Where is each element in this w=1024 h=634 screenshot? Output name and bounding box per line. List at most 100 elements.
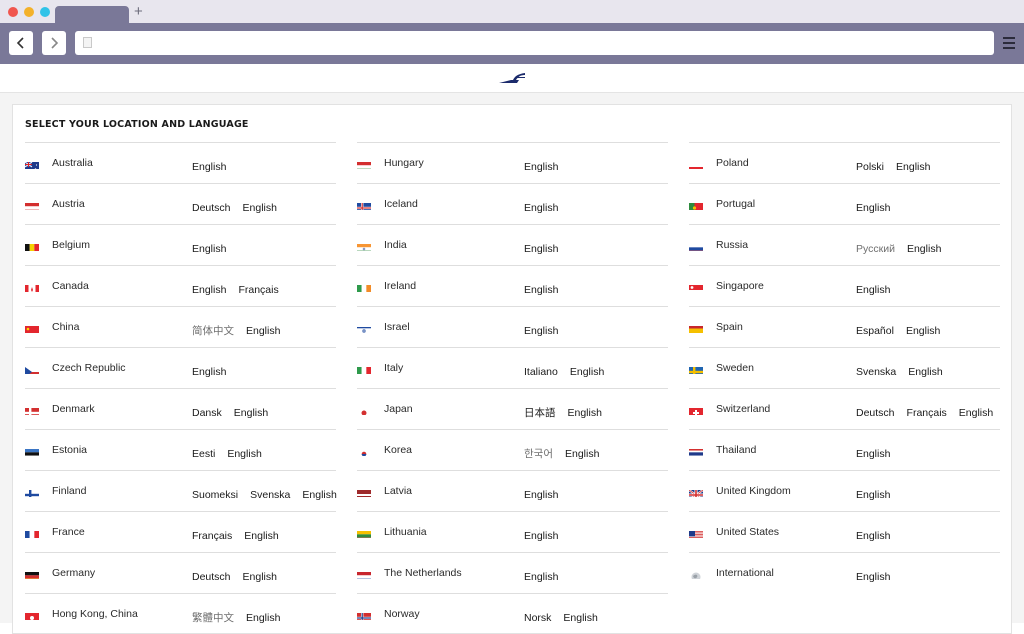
country-row-ee: EstoniaEestiEnglish [25, 429, 336, 470]
page-title: SELECT YOUR LOCATION AND LANGUAGE [25, 119, 249, 130]
language-link[interactable]: Svenska [250, 489, 290, 501]
language-link[interactable]: Eesti [192, 448, 215, 460]
site-header [0, 64, 1024, 93]
language-link[interactable]: English [896, 161, 930, 173]
forward-button[interactable] [42, 31, 66, 55]
language-link[interactable]: English [908, 366, 942, 378]
language-link[interactable]: English [907, 243, 941, 255]
flag-kr-icon [357, 446, 371, 456]
language-link[interactable]: English [524, 161, 558, 173]
language-link[interactable]: English [563, 612, 597, 624]
country-row-intl: InternationalEnglish [689, 552, 1000, 593]
language-link[interactable]: English [227, 448, 261, 460]
maximize-window-button[interactable] [40, 7, 50, 17]
language-link[interactable]: English [246, 325, 280, 337]
language-link[interactable]: Svenska [856, 366, 896, 378]
language-link[interactable]: English [524, 284, 558, 296]
language-links: English [856, 485, 902, 503]
country-name: Poland [716, 157, 749, 169]
language-link[interactable]: 日本語 [524, 405, 556, 420]
language-link[interactable]: English [234, 407, 268, 419]
language-link[interactable]: English [856, 284, 890, 296]
language-link[interactable]: English [524, 489, 558, 501]
country-row-kr: Korea한국어English [357, 429, 668, 470]
language-link[interactable]: English [246, 612, 280, 624]
language-link[interactable]: Español [856, 325, 894, 337]
language-link[interactable]: English [568, 407, 602, 419]
language-link[interactable]: Dansk [192, 407, 222, 419]
close-window-button[interactable] [8, 7, 18, 17]
language-link[interactable]: English [570, 366, 604, 378]
language-link[interactable]: English [565, 448, 599, 460]
language-link[interactable]: Français [907, 407, 947, 419]
flag-es-icon [689, 323, 703, 333]
language-link[interactable]: English [524, 325, 558, 337]
language-links: 繁體中文English [192, 608, 292, 626]
language-links: English [192, 157, 238, 175]
language-link[interactable]: English [192, 243, 226, 255]
flag-cz-icon [25, 364, 39, 374]
language-link[interactable]: English [959, 407, 993, 419]
language-link[interactable]: English [856, 571, 890, 583]
language-link[interactable]: 한국어 [524, 446, 553, 461]
language-link[interactable]: English [906, 325, 940, 337]
language-link[interactable]: English [524, 571, 558, 583]
language-link[interactable]: English [192, 366, 226, 378]
language-link[interactable]: Français [192, 530, 232, 542]
language-links: English [524, 198, 570, 216]
country-row-us: United States English [689, 511, 1000, 552]
country-name: Portugal [716, 198, 755, 210]
country-row-ch: SwitzerlandDeutschFrançaisEnglish [689, 388, 1000, 429]
language-link[interactable]: Norsk [524, 612, 551, 624]
language-link[interactable]: English [856, 489, 890, 501]
language-link[interactable]: Italiano [524, 366, 558, 378]
language-link[interactable]: Polski [856, 161, 884, 173]
chevron-left-icon [16, 37, 26, 49]
language-link[interactable]: Suomeksi [192, 489, 238, 501]
country-name: Spain [716, 321, 743, 333]
language-link[interactable]: Deutsch [856, 407, 895, 419]
language-link[interactable]: Deutsch [192, 571, 231, 583]
minimize-window-button[interactable] [24, 7, 34, 17]
country-row-de: GermanyDeutschEnglish [25, 552, 336, 593]
back-button[interactable] [9, 31, 33, 55]
country-row-fi: Finland Suomeksi Svenska English [25, 470, 336, 511]
language-link[interactable]: 简体中文 [192, 323, 234, 338]
country-name: Singapore [716, 280, 764, 292]
language-links: English [856, 198, 902, 216]
language-link[interactable]: English [524, 530, 558, 542]
country-column-2: HungaryEnglishIcelandEnglishIndiaEnglish… [357, 142, 668, 634]
language-link[interactable]: English [524, 202, 558, 214]
language-link[interactable]: Русский [856, 243, 895, 255]
country-row-hu: HungaryEnglish [357, 142, 668, 183]
flag-at-icon [25, 200, 39, 210]
language-link[interactable]: English [856, 202, 890, 214]
country-name: United States [716, 526, 779, 538]
language-link[interactable]: Français [238, 284, 278, 296]
language-links: English [524, 321, 570, 339]
language-link[interactable]: English [524, 243, 558, 255]
flag-us-icon [689, 528, 703, 538]
language-link[interactable]: English [192, 284, 226, 296]
language-link[interactable]: English [302, 489, 336, 501]
brand-logo[interactable] [497, 71, 527, 85]
language-link[interactable]: Deutsch [192, 202, 231, 214]
flag-intl-icon [689, 569, 703, 579]
new-tab-button[interactable]: + [134, 4, 143, 20]
country-name: Thailand [716, 444, 756, 456]
browser-tab[interactable] [55, 6, 129, 23]
address-bar[interactable] [75, 31, 994, 55]
language-link[interactable]: English [243, 202, 277, 214]
language-link[interactable]: English [192, 161, 226, 173]
flag-th-icon [689, 446, 703, 456]
flag-il-icon [357, 323, 371, 333]
flag-hk-icon [25, 610, 39, 620]
language-link[interactable]: English [856, 530, 890, 542]
language-link[interactable]: English [856, 448, 890, 460]
language-link[interactable]: English [244, 530, 278, 542]
language-link[interactable]: English [243, 571, 277, 583]
language-links: Italiano English [524, 362, 616, 380]
country-name: Finland [52, 485, 86, 497]
country-row-in: IndiaEnglish [357, 224, 668, 265]
hamburger-menu-icon[interactable] [1003, 37, 1015, 49]
